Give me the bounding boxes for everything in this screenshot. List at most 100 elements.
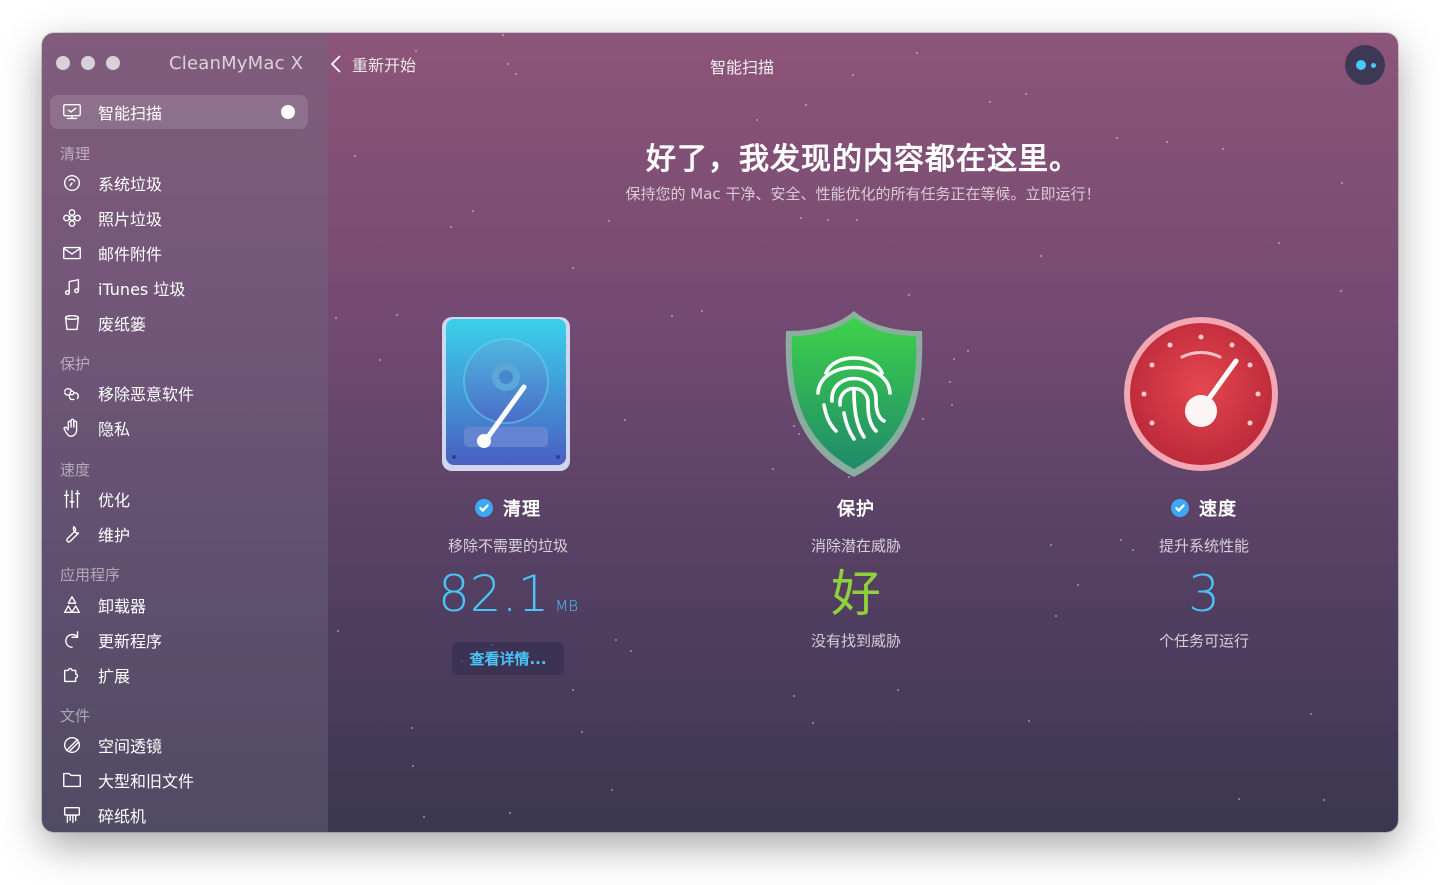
star-dot bbox=[509, 812, 511, 814]
close-button[interactable] bbox=[56, 56, 70, 70]
sidebar-item-label: 卸载器 bbox=[98, 597, 147, 616]
system-junk-icon bbox=[60, 171, 84, 195]
star-dot bbox=[701, 310, 703, 312]
star-dot bbox=[772, 468, 774, 470]
uninstaller-icon bbox=[60, 593, 84, 617]
star-dot bbox=[856, 219, 858, 221]
cleanup-size: 82.1 MB bbox=[378, 564, 638, 636]
star-dot bbox=[756, 119, 758, 121]
star-dot bbox=[916, 52, 918, 54]
section-speed: 速度 bbox=[60, 461, 91, 479]
back-button[interactable]: 重新开始 bbox=[330, 52, 416, 76]
update-arrow-icon bbox=[60, 628, 84, 652]
cleanup-title: 清理 bbox=[378, 495, 638, 521]
star-dot bbox=[1040, 255, 1042, 257]
sidebar-item-updater[interactable]: 更新程序 bbox=[60, 625, 162, 655]
section-clean: 清理 bbox=[60, 145, 91, 163]
star-dot bbox=[507, 63, 509, 65]
sidebar-item-trash-bins[interactable]: 废纸篓 bbox=[60, 308, 146, 338]
assistant-button[interactable] bbox=[1345, 45, 1385, 85]
star-dot bbox=[1050, 544, 1052, 546]
star-dot bbox=[1238, 798, 1240, 800]
protection-title-label: 保护 bbox=[837, 499, 875, 520]
zoom-button[interactable] bbox=[106, 56, 120, 70]
app-window: CleanMyMac X 智能扫描 清理 系统垃圾 照片垃圾 邮件附件 iTun… bbox=[42, 33, 1398, 832]
star-dot bbox=[412, 765, 414, 767]
cleanup-size-value: 82.1 bbox=[437, 565, 550, 623]
checkmark-icon[interactable] bbox=[1171, 499, 1189, 517]
cleanup-size-unit: MB bbox=[555, 597, 579, 615]
speedometer-icon bbox=[1122, 315, 1280, 473]
results-headline: 好了，我发现的内容都在这里。 bbox=[646, 142, 1080, 177]
sidebar-item-label: 系统垃圾 bbox=[98, 175, 163, 194]
flower-icon bbox=[60, 206, 84, 230]
assistant-eye-icon bbox=[1356, 60, 1366, 70]
sidebar-item-shredder[interactable]: 碎纸机 bbox=[60, 800, 146, 830]
sidebar: CleanMyMac X 智能扫描 清理 系统垃圾 照片垃圾 邮件附件 iTun… bbox=[42, 33, 328, 832]
sidebar-item-maintenance[interactable]: 维护 bbox=[60, 519, 130, 549]
sidebar-item-label: 大型和旧文件 bbox=[98, 772, 195, 791]
speed-title: 速度 bbox=[1074, 495, 1334, 521]
star-dot bbox=[989, 101, 991, 103]
star-dot bbox=[1310, 713, 1312, 715]
minimize-button[interactable] bbox=[81, 56, 95, 70]
sidebar-item-photo-junk[interactable]: 照片垃圾 bbox=[60, 203, 162, 233]
sidebar-item-smart-scan[interactable]: 智能扫描 bbox=[60, 97, 162, 127]
sliders-icon bbox=[60, 487, 84, 511]
star-dot bbox=[515, 73, 517, 75]
star-dot bbox=[624, 419, 626, 421]
speed-status-text: 个任务可运行 bbox=[1158, 632, 1249, 650]
sidebar-item-label: 隐私 bbox=[98, 420, 131, 439]
sidebar-item-extensions[interactable]: 扩展 bbox=[60, 660, 130, 690]
star-dot bbox=[1340, 290, 1342, 292]
music-note-icon bbox=[60, 276, 84, 300]
active-indicator-dot bbox=[281, 105, 295, 119]
star-dot bbox=[572, 689, 574, 691]
star-dot bbox=[812, 722, 814, 724]
fingerprint-shield-icon bbox=[778, 309, 930, 479]
sidebar-item-uninstaller[interactable]: 卸载器 bbox=[60, 590, 146, 620]
window-controls bbox=[56, 56, 120, 70]
sidebar-item-label: 邮件附件 bbox=[98, 245, 163, 264]
star-dot bbox=[1028, 720, 1030, 722]
shredder-icon bbox=[60, 803, 84, 827]
sidebar-item-label: 碎纸机 bbox=[98, 807, 147, 826]
star-dot bbox=[1055, 615, 1057, 617]
protection-summary: 保护 消除潜在威胁 好 没有找到威胁 bbox=[726, 495, 986, 651]
sidebar-item-space-lens[interactable]: 空间透镜 bbox=[60, 730, 162, 760]
back-button-label: 重新开始 bbox=[352, 56, 417, 75]
sidebar-item-optimization[interactable]: 优化 bbox=[60, 484, 130, 514]
puzzle-piece-icon bbox=[60, 663, 84, 687]
star-dot bbox=[423, 816, 425, 818]
section-protect: 保护 bbox=[60, 355, 91, 373]
hard-drive-gauge-icon bbox=[440, 315, 572, 473]
space-lens-icon bbox=[60, 733, 84, 757]
protection-status-text: 没有找到威胁 bbox=[810, 632, 901, 650]
speed-description: 提升系统性能 bbox=[1158, 537, 1249, 555]
sidebar-item-itunes-junk[interactable]: iTunes 垃圾 bbox=[60, 273, 185, 303]
star-dot bbox=[1323, 799, 1325, 801]
star-dot bbox=[472, 210, 474, 212]
star-dot bbox=[827, 219, 829, 221]
cleanup-summary: 清理 移除不需要的垃圾 82.1 MB 查看详情... bbox=[378, 495, 638, 675]
star-dot bbox=[1025, 93, 1027, 95]
sidebar-item-malware-removal[interactable]: 移除恶意软件 bbox=[60, 378, 194, 408]
cleanup-title-label: 清理 bbox=[503, 499, 541, 520]
sidebar-item-mail-attachments[interactable]: 邮件附件 bbox=[60, 238, 162, 268]
star-dot bbox=[800, 217, 802, 219]
star-dot bbox=[908, 294, 910, 296]
star-dot bbox=[967, 350, 969, 352]
speed-title-label: 速度 bbox=[1199, 499, 1237, 520]
trash-bin-icon bbox=[60, 311, 84, 335]
sidebar-item-large-old-files[interactable]: 大型和旧文件 bbox=[60, 765, 194, 795]
protection-title: 保护 bbox=[726, 495, 986, 521]
sidebar-item-privacy[interactable]: 隐私 bbox=[60, 413, 130, 443]
protection-status-value: 好 bbox=[831, 565, 881, 623]
star-dot bbox=[897, 689, 899, 691]
sidebar-item-system-junk[interactable]: 系统垃圾 bbox=[60, 168, 162, 198]
star-dot bbox=[450, 226, 452, 228]
checkmark-icon[interactable] bbox=[475, 499, 493, 517]
view-details-button[interactable]: 查看详情... bbox=[452, 642, 564, 675]
envelope-icon bbox=[60, 241, 84, 265]
sidebar-item-label: 照片垃圾 bbox=[98, 210, 163, 229]
